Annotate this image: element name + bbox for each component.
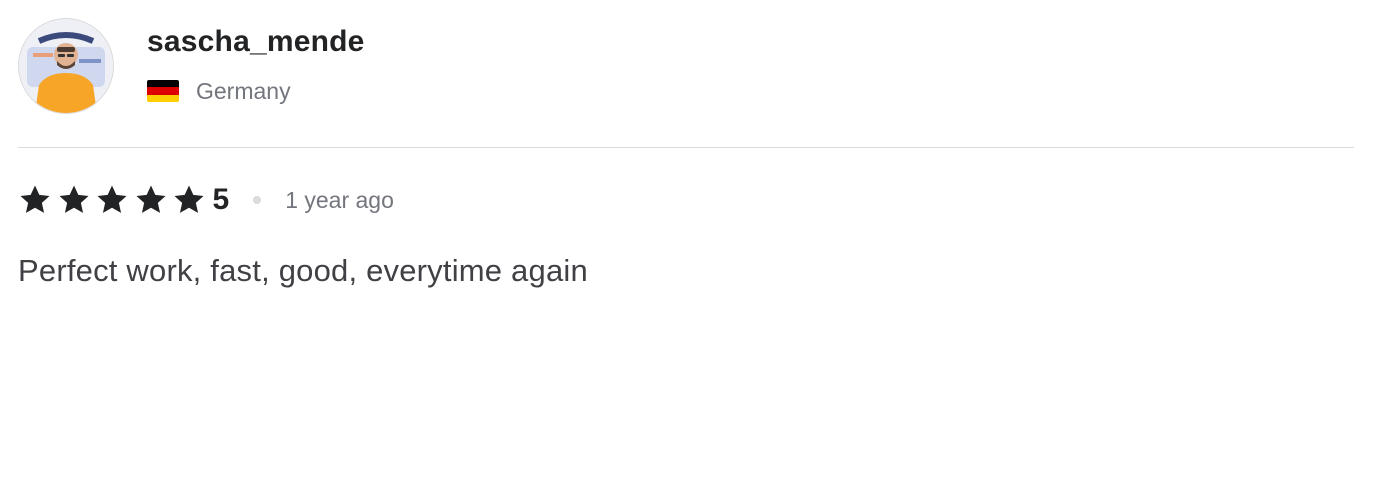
avatar-photo-icon: [19, 19, 113, 113]
star-icon: [18, 183, 52, 217]
country-row: Germany: [147, 76, 365, 106]
star-icon: [172, 183, 206, 217]
review-text: Perfect work, fast, good, everytime agai…: [18, 253, 588, 288]
username[interactable]: sascha_mende: [147, 22, 365, 62]
divider: [18, 147, 1354, 148]
avatar[interactable]: [18, 18, 114, 114]
star-rating: [18, 183, 211, 217]
review-card: sascha_mende Germany 5 1 year ago Perfec…: [0, 0, 1400, 500]
reviewer-header: sascha_mende Germany: [18, 18, 365, 114]
review-time: 1 year ago: [285, 187, 394, 213]
separator-dot: [253, 196, 262, 204]
star-icon: [95, 183, 129, 217]
star-icon: [57, 183, 91, 217]
rating-value: 5: [212, 183, 230, 216]
rating-row: 5 1 year ago: [18, 182, 394, 218]
germany-flag-icon: [147, 80, 179, 102]
reviewer-info: sascha_mende Germany: [147, 18, 365, 106]
country-name: Germany: [196, 78, 291, 104]
star-icon: [134, 183, 168, 217]
